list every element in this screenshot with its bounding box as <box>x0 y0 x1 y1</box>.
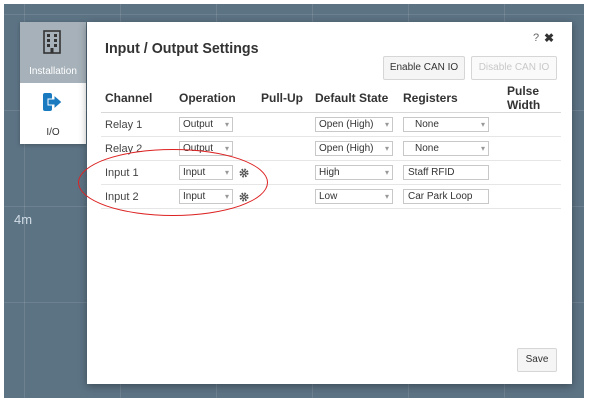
annotation-highlight-ring <box>78 149 268 216</box>
column-header-pull-up: Pull-Up <box>257 84 311 113</box>
scale-label: 4m <box>14 212 33 227</box>
pull-up-cell <box>257 136 311 161</box>
sidebar: Installation I/O <box>20 22 86 144</box>
column-header-registers: Registers <box>399 84 503 113</box>
help-icon[interactable]: ? <box>533 32 539 44</box>
table-header-row: Channel Operation Pull-Up Default State … <box>101 84 561 113</box>
default-state-select[interactable]: Open (High) ▾ <box>315 141 393 156</box>
pulse-width-cell <box>503 112 561 137</box>
dialog-title: Input / Output Settings <box>105 40 259 57</box>
building-icon <box>43 30 61 54</box>
sidebar-item-installation[interactable]: Installation <box>20 22 86 83</box>
registers-select[interactable]: None ▾ <box>403 141 489 156</box>
column-header-operation: Operation <box>175 84 257 113</box>
table-row: Relay 1 Output ▾ Open (High) ▾ None ▾ <box>101 112 561 137</box>
pulse-width-cell <box>503 184 561 209</box>
channel-name: Relay 1 <box>101 112 175 137</box>
disable-can-io-button[interactable]: Disable CAN IO <box>471 56 557 80</box>
chevron-down-icon: ▾ <box>384 120 389 129</box>
sidebar-item-label: Installation <box>29 66 77 77</box>
column-header-channel: Channel <box>101 84 175 113</box>
save-button[interactable]: Save <box>517 348 557 372</box>
column-header-default-state: Default State <box>311 84 399 113</box>
sidebar-item-label: I/O <box>46 127 60 138</box>
registers-input[interactable]: Staff RFID <box>403 165 489 180</box>
chevron-down-icon: ▾ <box>480 144 485 153</box>
registers-input[interactable]: Car Park Loop <box>403 189 489 204</box>
chevron-down-icon: ▾ <box>384 192 389 201</box>
chevron-down-icon: ▾ <box>384 168 389 177</box>
default-state-select[interactable]: Low ▾ <box>315 189 393 204</box>
chevron-down-icon: ▾ <box>480 120 485 129</box>
column-header-pulse-width: Pulse Width <box>503 84 561 113</box>
sidebar-item-io[interactable]: I/O <box>20 83 86 144</box>
default-state-select[interactable]: High ▾ <box>315 165 393 180</box>
close-icon[interactable]: ✖ <box>544 31 554 45</box>
default-state-select[interactable]: Open (High) ▾ <box>315 117 393 132</box>
registers-select[interactable]: None ▾ <box>403 117 489 132</box>
enable-can-io-button[interactable]: Enable CAN IO <box>383 56 465 80</box>
chevron-down-icon: ▾ <box>224 120 229 129</box>
pulse-width-cell <box>503 160 561 185</box>
chevron-down-icon: ▾ <box>224 144 229 153</box>
operation-select[interactable]: Output ▾ <box>179 117 233 132</box>
pull-up-cell <box>257 112 311 137</box>
chevron-down-icon: ▾ <box>384 144 389 153</box>
pulse-width-cell <box>503 136 561 161</box>
sign-in-arrow-icon <box>43 93 63 111</box>
